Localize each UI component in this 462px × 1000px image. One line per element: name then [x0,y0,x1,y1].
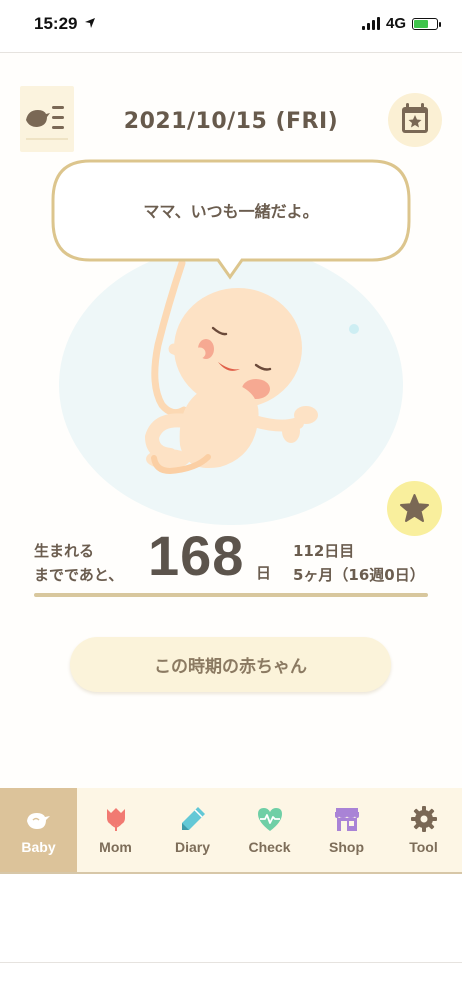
tab-label: Check [248,839,291,855]
favorite-button[interactable] [387,481,442,536]
tab-bar: Baby Mom Diary Check Shop Tool [0,788,462,874]
divider [0,962,462,963]
days-remaining: 168 [148,524,245,587]
calendar-button[interactable] [388,93,442,147]
shop-icon [334,808,359,831]
tab-check[interactable]: Check [231,788,308,872]
month-week-count: 5ヶ月（16週0日） [293,566,425,584]
divider [34,593,428,597]
tab-label: Diary [174,839,211,855]
day-count: 112日目 [293,542,355,560]
bottom-blank-area [0,874,462,1000]
tab-baby[interactable]: Baby [0,788,77,872]
signal-icon [361,17,380,30]
status-indicators: 4G [361,15,441,32]
pencil-icon [181,807,205,830]
gear-icon [410,806,437,832]
countdown-label: 生まれる までであと、 [34,539,123,587]
status-time: 15:29 [34,14,96,34]
heartbeat-icon [257,808,282,831]
tulip-icon [106,808,125,831]
tab-label: Tool [409,839,438,855]
tab-label: Baby [21,839,56,855]
countdown-label-line2: までであと、 [34,566,124,584]
network-label: 4G [385,15,406,32]
days-unit: 日 [256,564,272,582]
star-icon [400,494,429,522]
baby-this-period-button[interactable]: この時期の赤ちゃん [70,637,391,692]
battery-icon [412,17,441,30]
tab-tool[interactable]: Tool [385,788,462,872]
tab-mom[interactable]: Mom [77,788,154,872]
bubble-text: ママ、いつも一緒だよ。 [143,202,319,221]
location-arrow-icon [85,18,96,28]
bird-icon [26,813,50,829]
status-bar: 15:29 4G [0,0,462,53]
message-bubble[interactable]: ママ、いつも一緒だよ。 [50,158,412,283]
time-text: 15:29 [34,14,78,33]
baby-illustration[interactable] [58,245,404,530]
tab-label: Shop [329,839,364,855]
countdown-label-line1: 生まれる [34,542,95,560]
fetus-illustration [59,245,403,525]
pregnancy-progress: 112日目 5ヶ月（16週0日） [293,539,425,587]
calendar-star-icon [402,103,428,133]
tab-diary[interactable]: Diary [154,788,231,872]
baby-screen: 2021/10/15 (FRI) ママ、いつも一緒だよ。 生まれる までであと、… [0,53,462,788]
tab-shop[interactable]: Shop [308,788,385,872]
tab-label: Mom [99,839,132,855]
